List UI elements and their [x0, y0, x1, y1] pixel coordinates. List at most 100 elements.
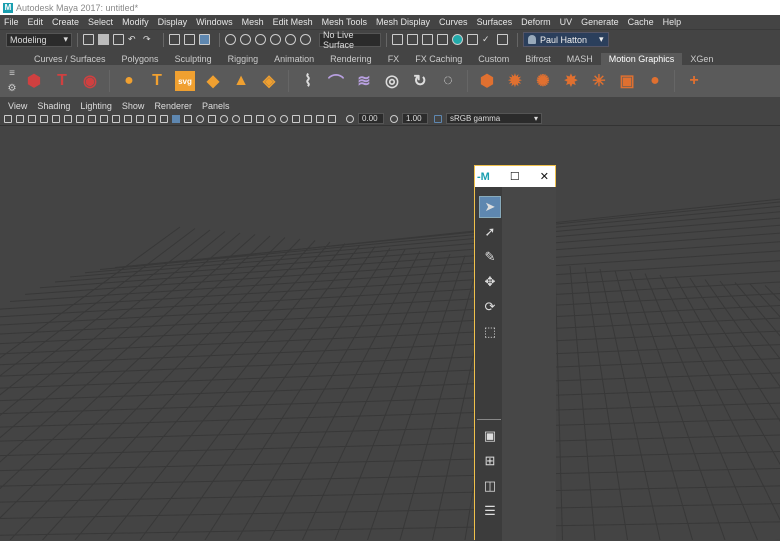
menu-select[interactable]: Select [88, 17, 113, 27]
new-scene-icon[interactable] [83, 34, 94, 45]
safe-action-icon[interactable] [136, 114, 144, 123]
lasso-tool-icon[interactable]: ➚ [479, 221, 501, 243]
type-icon[interactable]: T [147, 71, 167, 91]
mash-drop-icon[interactable]: ● [645, 71, 665, 91]
svg-icon[interactable]: svg [175, 71, 195, 91]
field-chart-icon[interactable] [124, 114, 132, 123]
menu-create[interactable]: Create [52, 17, 79, 27]
tab-rendering[interactable]: Rendering [322, 53, 380, 65]
tab-motion-graphics[interactable]: Motion Graphics [600, 53, 683, 65]
panel-menu-view[interactable]: View [8, 101, 27, 111]
menu-deform[interactable]: Deform [521, 17, 551, 27]
tab-sculpting[interactable]: Sculpting [167, 53, 220, 65]
render-settings-icon[interactable] [437, 34, 448, 45]
panel-menu-shading[interactable]: Shading [37, 101, 70, 111]
save-scene-icon[interactable] [113, 34, 124, 45]
image-plane-icon[interactable] [40, 114, 48, 123]
depth-of-field-icon[interactable] [280, 114, 288, 123]
camera-attributes-icon[interactable] [16, 114, 24, 123]
paint-select-tool-icon[interactable]: ✎ [479, 246, 501, 268]
tab-curves-surfaces[interactable]: Curves / Surfaces [26, 53, 114, 65]
menu-modify[interactable]: Modify [122, 17, 149, 27]
anti-aliasing-icon[interactable] [268, 114, 276, 123]
gate-mask-icon[interactable] [112, 114, 120, 123]
motion-blur-icon[interactable] [256, 114, 264, 123]
perspective-viewport[interactable] [0, 127, 780, 540]
grid-icon[interactable] [76, 114, 84, 123]
sphere-icon[interactable]: ◉ [80, 71, 100, 91]
shelf-settings-icon[interactable]: ⚙ [8, 83, 17, 94]
extrude-icon[interactable]: ◈ [259, 71, 279, 91]
bookmarks-icon[interactable] [28, 114, 36, 123]
tab-xgen[interactable]: XGen [682, 53, 721, 65]
wireframe-on-shaded-icon[interactable] [184, 114, 192, 123]
light-editor-icon[interactable]: ✓ [482, 34, 493, 45]
safe-title-icon[interactable] [148, 114, 156, 123]
menu-surfaces[interactable]: Surfaces [477, 17, 513, 27]
shelf-menu-icon[interactable]: ≡ [9, 68, 15, 79]
tab-animation[interactable]: Animation [266, 53, 322, 65]
move-tool-icon[interactable]: ✥ [479, 271, 501, 293]
menu-file[interactable]: File [4, 17, 19, 27]
isolate-select-icon[interactable] [292, 114, 300, 123]
hypershade-icon[interactable] [452, 34, 463, 45]
toolbox-title-bar[interactable]: -M ☐ ✕ [475, 166, 555, 187]
panel-menu-renderer[interactable]: Renderer [154, 101, 192, 111]
panel-menu-show[interactable]: Show [122, 101, 145, 111]
four-view-layout-icon[interactable]: ⊞ [479, 450, 501, 472]
mash-gear-icon[interactable]: ✹ [505, 71, 525, 91]
curve-icon[interactable]: ⌇ [298, 71, 318, 91]
render-setup-icon[interactable] [467, 34, 478, 45]
ring-icon[interactable]: ◌ [438, 71, 458, 91]
film-gate-icon[interactable] [88, 114, 96, 123]
pause-viewport-icon[interactable] [497, 34, 508, 45]
menuset-dropdown[interactable]: Modeling ▾ [6, 32, 72, 47]
shadows-icon[interactable] [232, 114, 240, 123]
default-material-icon[interactable] [196, 114, 204, 123]
maximize-icon[interactable]: ☐ [510, 170, 520, 183]
textured-icon[interactable] [208, 114, 216, 123]
snap-view-icon[interactable] [270, 34, 281, 45]
select-object-icon[interactable] [184, 34, 195, 45]
wireframe-icon[interactable] [160, 114, 168, 123]
menu-curves[interactable]: Curves [439, 17, 468, 27]
screen-space-ao-icon[interactable] [244, 114, 252, 123]
outliner-layout-icon[interactable]: ☰ [479, 500, 501, 522]
use-all-lights-icon[interactable] [220, 114, 228, 123]
soccer-ball-icon[interactable]: ● [119, 71, 139, 91]
snap-grid-icon[interactable] [225, 34, 236, 45]
xray-joints-icon[interactable] [316, 114, 324, 123]
close-icon[interactable]: ✕ [540, 170, 549, 183]
scale-tool-icon[interactable]: ⬚ [479, 321, 501, 343]
tab-polygons[interactable]: Polygons [114, 53, 167, 65]
tab-rigging[interactable]: Rigging [220, 53, 267, 65]
grease-pencil-icon[interactable] [52, 114, 60, 123]
panel-menu-panels[interactable]: Panels [202, 101, 230, 111]
arc-icon[interactable]: ⌒ [326, 71, 346, 92]
menu-display[interactable]: Display [158, 17, 188, 27]
render-view-icon[interactable] [392, 34, 403, 45]
rotate-tool-icon[interactable]: ⟳ [479, 296, 501, 318]
menu-mesh-tools[interactable]: Mesh Tools [322, 17, 367, 27]
menu-cache[interactable]: Cache [628, 17, 654, 27]
menu-help[interactable]: Help [663, 17, 682, 27]
tab-fx[interactable]: FX [380, 53, 408, 65]
tab-bifrost[interactable]: Bifrost [517, 53, 559, 65]
smooth-shade-icon[interactable] [172, 114, 180, 123]
undo-icon[interactable]: ↶ [128, 34, 139, 45]
snap-live-icon[interactable] [300, 34, 311, 45]
single-perspective-layout-icon[interactable]: ▣ [479, 425, 501, 447]
mash-box-icon[interactable]: ▣ [617, 71, 637, 91]
wind-icon[interactable]: ≋ [354, 71, 374, 91]
redo-icon[interactable]: ↷ [143, 34, 154, 45]
mash-spike-icon[interactable]: ✸ [561, 71, 581, 91]
color-management-icon[interactable] [434, 114, 442, 123]
ipr-render-icon[interactable] [422, 34, 433, 45]
select-hierarchy-icon[interactable] [169, 34, 180, 45]
menu-windows[interactable]: Windows [196, 17, 233, 27]
menu-edit[interactable]: Edit [28, 17, 44, 27]
2d-pan-zoom-icon[interactable] [64, 114, 72, 123]
spiral-icon[interactable]: ◎ [382, 71, 402, 91]
gamma-field[interactable]: 1.00 [402, 113, 428, 124]
live-surface-field[interactable]: No Live Surface [319, 30, 381, 50]
